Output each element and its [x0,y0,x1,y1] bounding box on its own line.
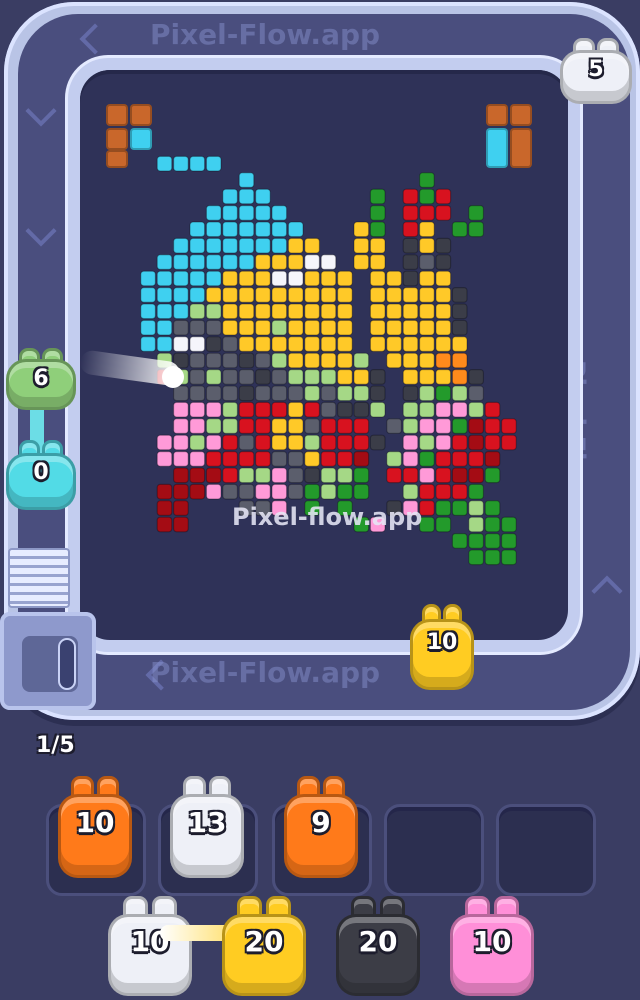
shooter-count: 20 [244,925,284,958]
game-screen: Pixel-Flow.app Pixel-Flow.app Pixel-Flow… [0,0,640,1000]
queue-slot-5[interactable] [496,804,596,896]
queue-shooter-3[interactable]: 9 [284,776,358,878]
conveyor-shooter-yellow[interactable]: 10 [410,604,474,690]
shooter-count: 10 [472,925,512,958]
shooter-count: 5 [588,57,604,83]
queue-slot-4[interactable] [384,804,484,896]
shooter-count: 6 [33,365,49,391]
watermark-bottom: Pixel-Flow.app [150,656,381,689]
shooter-count: 10 [75,805,115,839]
reserve-shooter-3[interactable]: 20 [336,896,420,996]
conveyor-shooter-white[interactable]: 5 [560,38,632,104]
tray-stack [8,548,70,608]
queue-shooter-2[interactable]: 13 [170,776,244,878]
corner-block-tl [106,104,154,168]
level-progress: 1/5 [36,733,75,758]
conveyor-feeder [0,612,96,710]
queue-shooter-1[interactable]: 10 [58,776,132,878]
conveyor-shooter-cyan[interactable]: 0 [6,440,76,510]
shot-projectile [162,366,184,388]
watermark-top: Pixel-Flow.app [150,18,381,51]
shooter-count: 20 [358,925,398,958]
corner-block-tr [486,104,534,168]
feeder-roller [58,638,76,690]
conveyor-shooter-green[interactable]: 6 [6,348,76,410]
shooter-count: 9 [311,805,331,839]
shooter-count: 13 [187,805,227,839]
shooter-count: 0 [33,460,49,486]
reserve-shooter-4[interactable]: 10 [450,896,534,996]
watermark-center: Pixel-flow.app [232,503,423,531]
reserve-shooter-2[interactable]: 20 [222,896,306,996]
shooter-count: 10 [426,629,458,655]
reserve-shooter-1[interactable]: 10 [108,896,192,996]
